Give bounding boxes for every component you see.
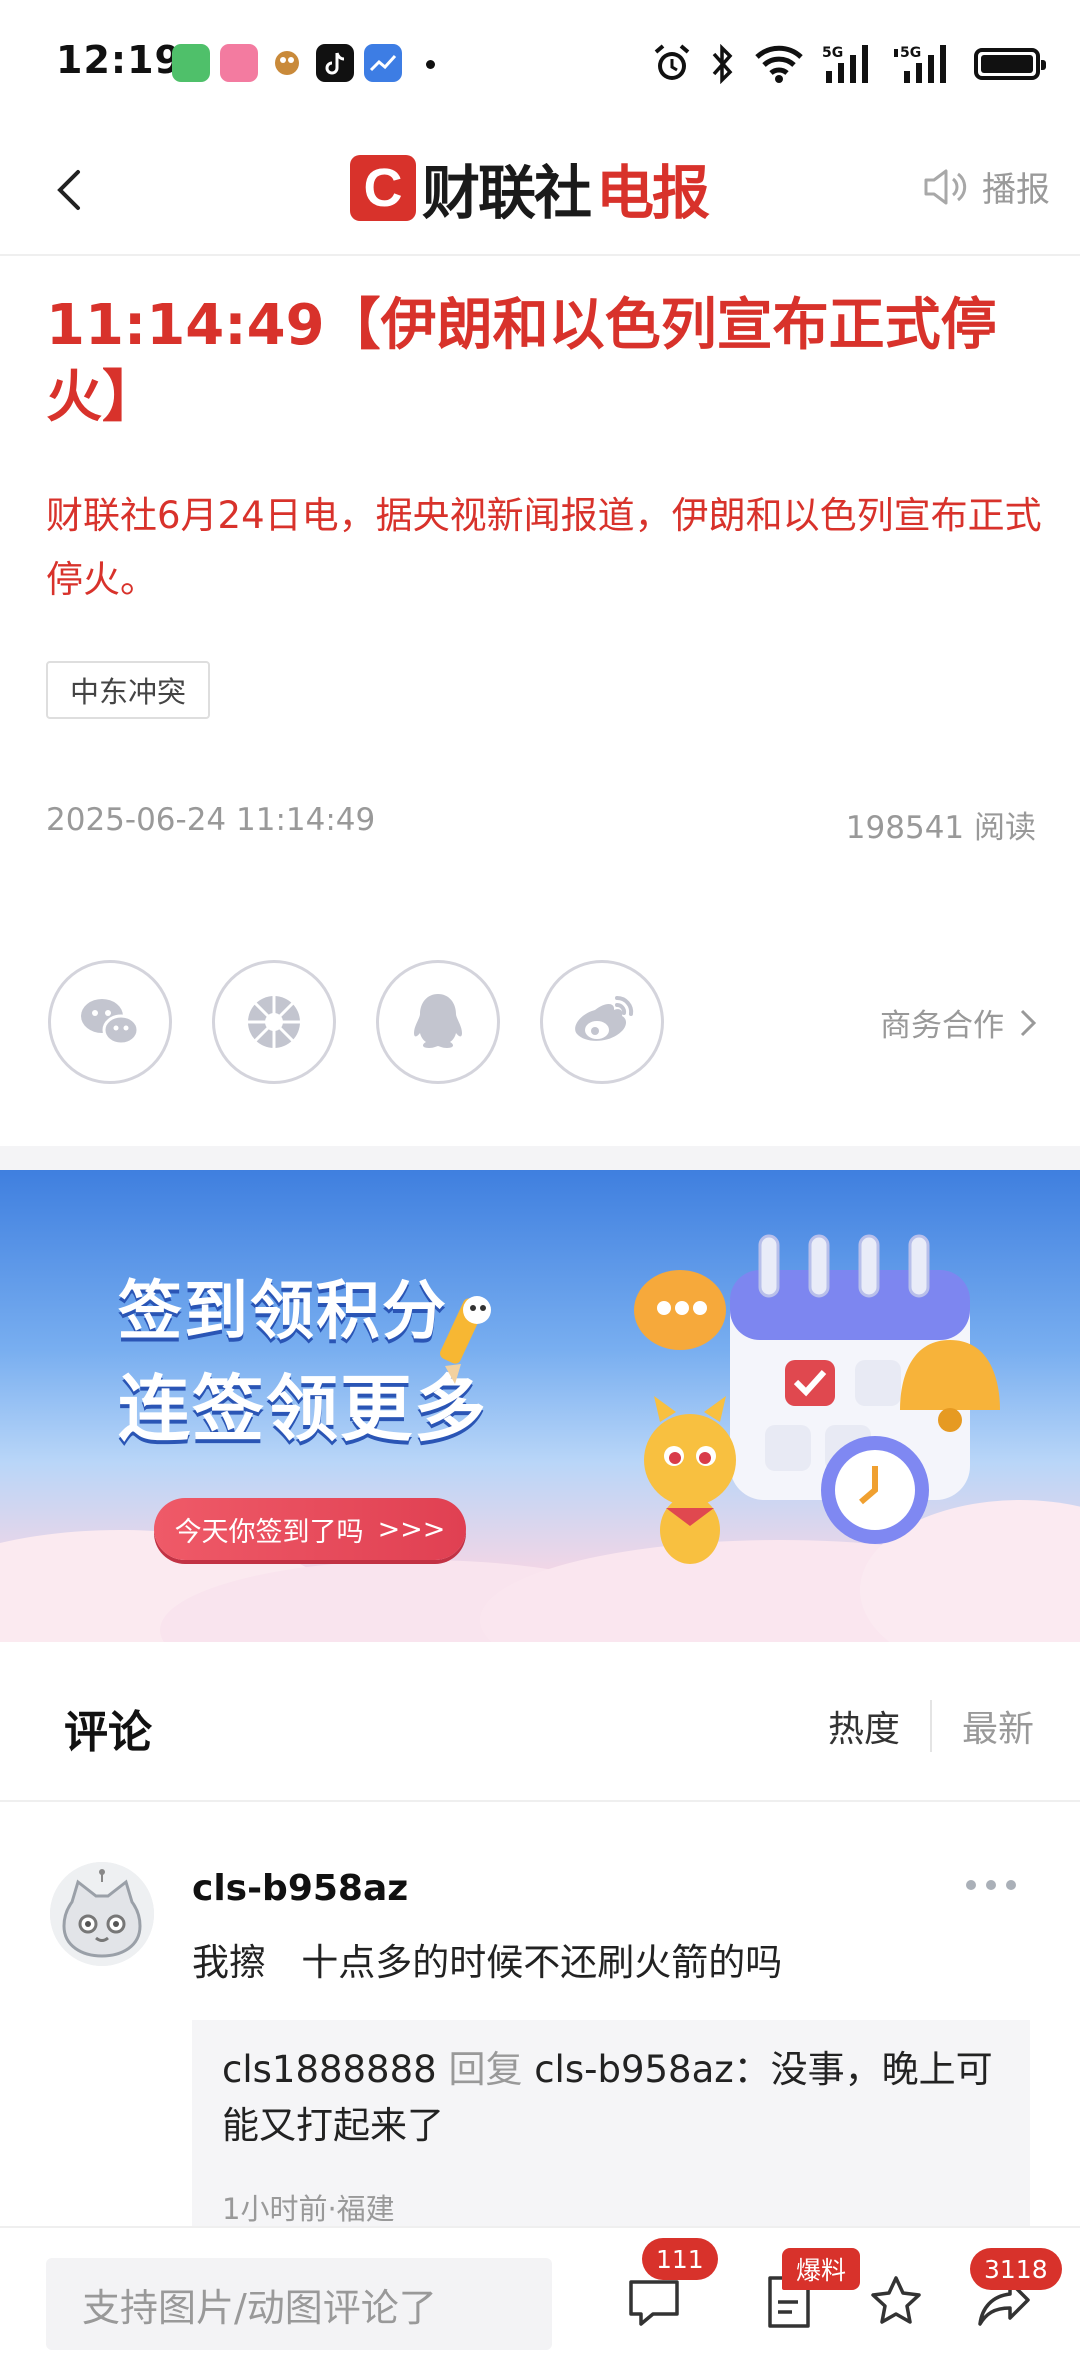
- sort-new-tab[interactable]: 最新: [932, 1700, 1034, 1752]
- moments-icon: [248, 996, 300, 1048]
- business-label: 商务合作: [880, 1008, 1004, 1044]
- article-summary: 财联社6月24日电，据央视新闻报道，伊朗和以色列宣布正式停火。: [46, 494, 1042, 601]
- checkin-button-label: 今天你签到了吗: [174, 1516, 364, 1548]
- wifi-icon: [755, 45, 803, 83]
- app-logo: C 财联社 电报: [350, 150, 710, 227]
- battery-icon: [974, 48, 1046, 80]
- reply-box[interactable]: cls1888888 回复 cls-b958az：没事，晚上可能又打起来了 1小…: [192, 2020, 1030, 2240]
- more-options-button[interactable]: [966, 1880, 1016, 1890]
- back-button[interactable]: [40, 158, 104, 222]
- more-dot-icon: [1006, 1880, 1016, 1890]
- article-title: 11:14:49【伊朗和以色列宣布正式停火】: [46, 293, 997, 430]
- comment-item: cls-b958az 我擦 十点多的时候不还刷火箭的吗 cls1888888 回…: [0, 1802, 1080, 2240]
- more-dot-icon: [986, 1880, 996, 1890]
- comment-icon: [629, 2280, 679, 2326]
- broadcast-button[interactable]: 播报: [922, 162, 1050, 211]
- comment-sort-tabs: 热度 最新: [828, 1700, 1034, 1752]
- comment-input[interactable]: 支持图片/动图评论了: [46, 2258, 552, 2350]
- broadcast-label: 播报: [982, 170, 1050, 210]
- status-time: 12:19: [56, 38, 182, 82]
- share-moments-button[interactable]: [212, 960, 336, 1084]
- speaker-icon: [924, 169, 967, 204]
- qq-icon: [414, 994, 462, 1048]
- svg-text:5G: 5G: [900, 45, 921, 61]
- notification-dot-icon: [426, 60, 435, 69]
- share-qq-button[interactable]: [376, 960, 500, 1084]
- stocks-app-icon: [364, 44, 402, 82]
- game-app-icon: [268, 44, 306, 82]
- weibo-icon: [575, 995, 634, 1041]
- comment-text: 我擦 十点多的时候不还刷火箭的吗: [192, 1941, 783, 1984]
- svg-text:5G: 5G: [822, 45, 843, 61]
- logo-text: 财联社: [422, 159, 592, 227]
- bottom-action-bar: 支持图片/动图评论了 111 爆料 3118: [0, 2226, 1080, 2376]
- comments-header: 评论 热度 最新: [0, 1642, 1080, 1802]
- read-count: 198541 阅读: [845, 810, 1036, 846]
- calendar-illustration: [634, 1234, 1000, 1564]
- bluetooth-icon: [712, 44, 733, 84]
- logo-mark: C: [350, 155, 416, 221]
- share-weibo-button[interactable]: [540, 960, 664, 1084]
- star-icon: [871, 2276, 921, 2324]
- tip-off-badge: 爆料: [782, 2248, 861, 2290]
- reply-to-user[interactable]: cls-b958az: [534, 2048, 733, 2091]
- checkin-banner[interactable]: 签到领积分 连签领更多 今天你签到了吗 >>>: [0, 1170, 1080, 1642]
- alarm-icon: [654, 44, 690, 80]
- more-dot-icon: [966, 1880, 976, 1890]
- article-meta: 2025-06-24 11:14:49 198541 阅读: [46, 802, 1036, 847]
- sort-hot-tab[interactable]: 热度: [828, 1700, 932, 1752]
- reply-from-user[interactable]: cls1888888: [222, 2048, 437, 2091]
- reply-verb: 回复: [448, 2048, 523, 2091]
- checkin-button-arrows: >>>: [377, 1513, 446, 1545]
- share-row: 商务合作: [48, 960, 1038, 1086]
- reply-meta: 1小时前·福建: [222, 2192, 395, 2226]
- pencil-icon: [440, 1296, 491, 1384]
- signal-5g-icon: 5G: [894, 45, 946, 83]
- comments-title: 评论: [64, 1707, 152, 1758]
- wechat-icon: [81, 999, 140, 1046]
- banner-headline: 签到领积分: [118, 1275, 448, 1349]
- tiktok-app-icon: [316, 44, 354, 82]
- topic-tag[interactable]: 中东冲突: [46, 661, 211, 719]
- status-bar: 12:19 5G 5G: [0, 0, 1080, 128]
- favorite-button[interactable]: [860, 2266, 932, 2338]
- checkin-button[interactable]: 今天你签到了吗 >>>: [154, 1498, 466, 1560]
- article-datetime: 2025-06-24 11:14:49: [46, 802, 376, 838]
- logo-text-accent: 电报: [596, 159, 710, 227]
- reply-content: cls1888888 回复 cls-b958az：没事，晚上可能又打起来了: [222, 2042, 1012, 2154]
- comment-username[interactable]: cls-b958az: [192, 1868, 408, 1909]
- signal-5g-icon: 5G: [822, 45, 868, 83]
- status-icons: 5G 5G: [652, 40, 1046, 88]
- business-cooperation-link[interactable]: 商务合作: [880, 1000, 1038, 1045]
- chevron-left-icon: [57, 170, 80, 210]
- top-nav-bar: C 财联社 电报 播报: [0, 128, 1080, 256]
- share-wechat-button[interactable]: [48, 960, 172, 1084]
- share-count-badge: 3118: [970, 2248, 1062, 2290]
- iqiyi-app-icon: [172, 44, 210, 82]
- bilibili-app-icon: [220, 44, 258, 82]
- comment-count-badge: 111: [642, 2238, 718, 2280]
- avatar[interactable]: [50, 1862, 154, 1966]
- chevron-right-icon: [1020, 1009, 1037, 1036]
- section-divider: [0, 1146, 1080, 1170]
- cat-avatar-icon: [50, 1862, 154, 1966]
